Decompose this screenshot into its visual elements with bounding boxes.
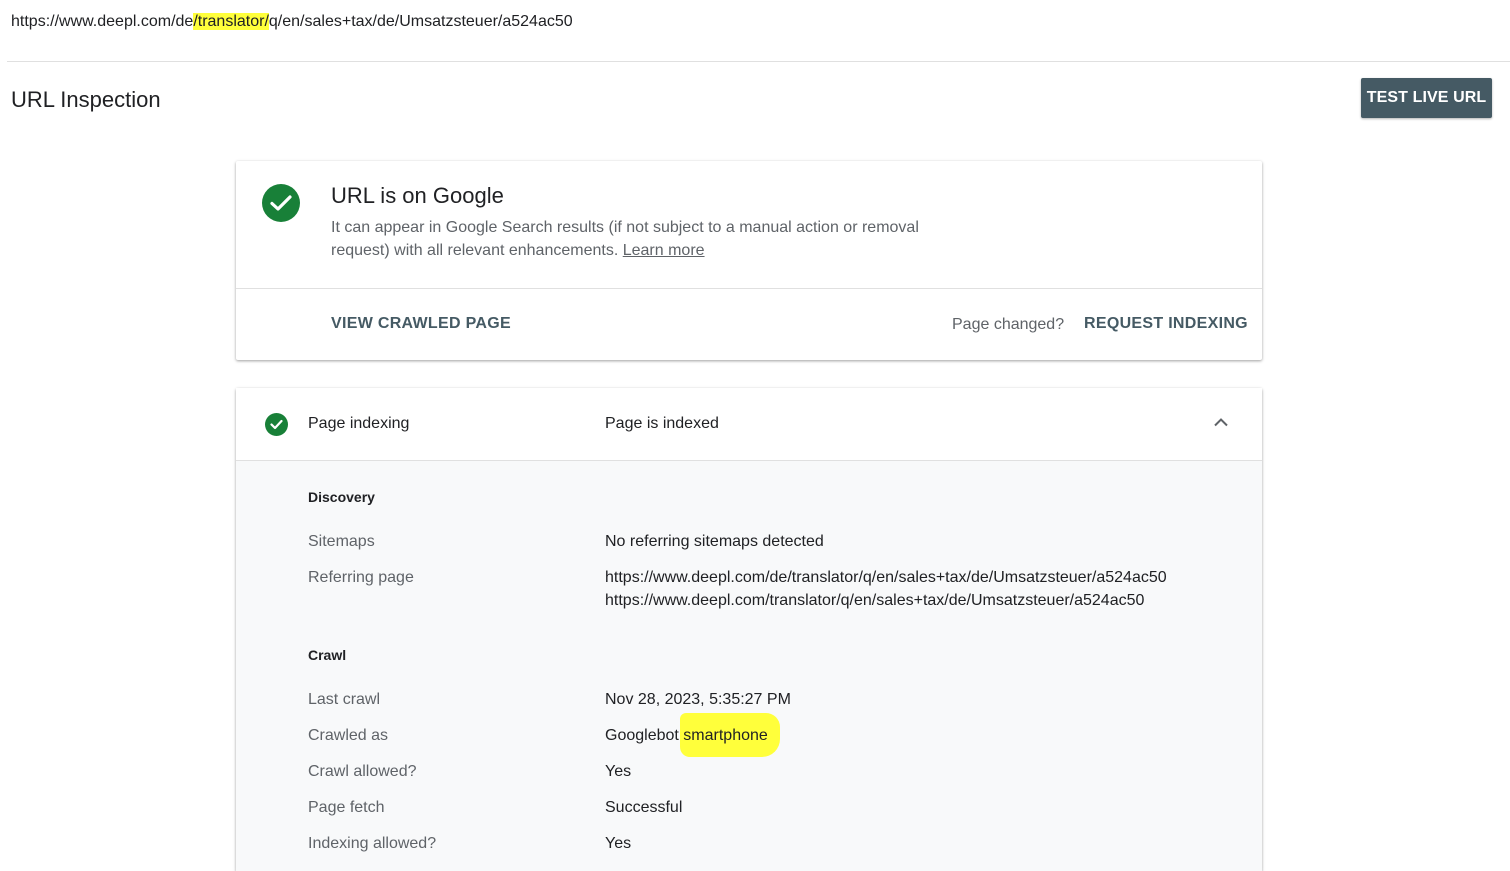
learn-more-link[interactable]: Learn more	[623, 242, 705, 259]
card-divider	[236, 288, 1262, 289]
highlight-mark: smartphone	[680, 713, 780, 757]
page-fetch-label: Page fetch	[308, 799, 385, 816]
check-circle-icon	[262, 184, 300, 222]
test-live-url-button[interactable]: TEST LIVE URL	[1361, 78, 1492, 118]
referring-page-value: https://www.deepl.com/de/translator/q/en…	[605, 566, 1167, 612]
header-divider	[7, 61, 1510, 62]
url-suffix: q/en/sales+tax/de/Umsatzsteuer/a524ac50	[268, 13, 573, 30]
crawled-as-label: Crawled as	[308, 727, 389, 744]
page-indexing-label: Page indexing	[308, 415, 410, 432]
indexing-allowed-value: Yes	[605, 835, 632, 852]
url-prefix: https://www.deepl.com/de	[11, 13, 194, 30]
crawled-as-agent: Googlebot	[605, 727, 679, 744]
inspected-url: https://www.deepl.com/de/translator/q/en…	[11, 13, 573, 31]
check-circle-icon	[265, 413, 288, 436]
referring-page-url: https://www.deepl.com/de/translator/q/en…	[605, 569, 1167, 586]
referring-page-url: https://www.deepl.com/translator/q/en/sa…	[605, 592, 1145, 609]
page-indexing-panel: Page indexing Page is indexed Discovery …	[236, 388, 1262, 871]
crawl-allowed-label: Crawl allowed?	[308, 763, 417, 780]
page-fetch-value: Successful	[605, 799, 683, 816]
crawl-heading: Crawl	[308, 647, 347, 663]
page-changed-text: Page changed?	[952, 316, 1065, 333]
last-crawl-value: Nov 28, 2023, 5:35:27 PM	[605, 691, 791, 708]
crawled-as-value: Googlebot smartphone	[605, 713, 780, 757]
crawl-allowed-value: Yes	[605, 763, 632, 780]
status-title: URL is on Google	[331, 183, 504, 208]
indexing-allowed-label: Indexing allowed?	[308, 835, 437, 852]
request-indexing-button[interactable]: REQUEST INDEXING	[1084, 315, 1248, 333]
index-status-card: URL is on Google It can appear in Google…	[236, 161, 1262, 360]
page-indexing-status: Page is indexed	[605, 415, 719, 432]
sitemaps-value: No referring sitemaps detected	[605, 533, 824, 550]
chevron-up-icon[interactable]	[1213, 417, 1229, 427]
discovery-heading: Discovery	[308, 489, 375, 505]
url-highlight: /translator/	[193, 13, 269, 30]
referring-page-label: Referring page	[308, 569, 414, 586]
last-crawl-label: Last crawl	[308, 691, 381, 708]
page-title: URL Inspection	[11, 87, 161, 112]
status-description: It can appear in Google Search results (…	[331, 216, 971, 262]
sitemaps-label: Sitemaps	[308, 533, 375, 550]
view-crawled-page-button[interactable]: VIEW CRAWLED PAGE	[331, 315, 511, 333]
crawled-as-device: smartphone	[683, 727, 768, 744]
page-indexing-header[interactable]: Page indexing Page is indexed	[236, 388, 1262, 461]
page-indexing-details: Discovery Sitemaps No referring sitemaps…	[236, 461, 1262, 871]
